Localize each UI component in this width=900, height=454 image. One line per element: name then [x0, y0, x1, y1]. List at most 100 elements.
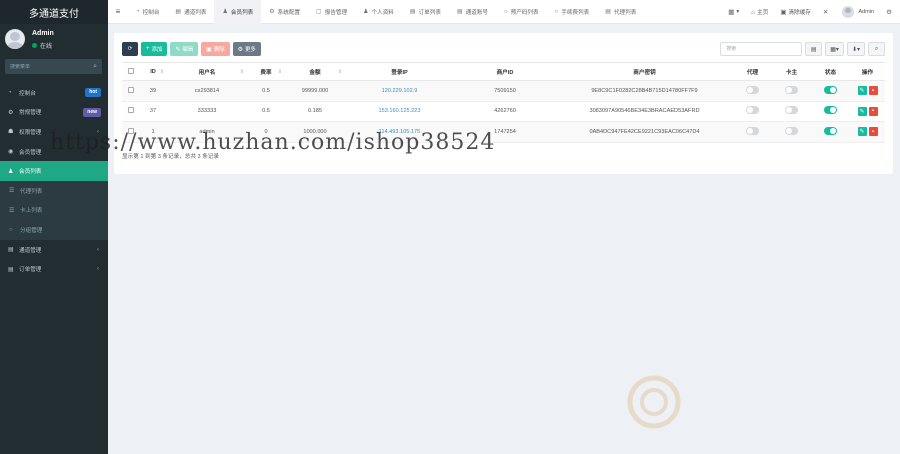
delete-icon[interactable]: ▪ — [868, 106, 878, 116]
menu-toggle-icon[interactable]: ≡ — [108, 7, 128, 16]
advanced-search-button[interactable]: ⌕ — [868, 42, 885, 56]
caret-icon: ▾ — [736, 9, 740, 15]
owner-toggle[interactable] — [785, 106, 798, 115]
nav-tab[interactable]: ○ 预产码列表 — [496, 0, 547, 24]
home-link[interactable]: ⌂ 主页 — [745, 8, 774, 17]
sort-icon[interactable]: ⇕ — [160, 69, 164, 75]
refresh-button[interactable]: ⟳ — [122, 42, 138, 56]
fullscreen-button[interactable]: ✕ — [817, 8, 836, 16]
toggle-view-button[interactable]: ▤ — [805, 42, 823, 56]
row-checkbox[interactable] — [127, 86, 134, 93]
owner-toggle[interactable] — [785, 85, 798, 94]
online-dot-icon — [32, 43, 37, 48]
delete-icon[interactable]: ▪ — [868, 127, 878, 137]
dashboard-icon: ◔ — [136, 8, 140, 15]
nav-tab[interactable]: ♟ 会员列表 — [214, 0, 262, 24]
menu-badge: hot — [85, 88, 101, 97]
agent-toggle[interactable] — [746, 126, 759, 135]
status-toggle[interactable] — [824, 85, 837, 94]
nav-tab-label: 会员列表 — [230, 9, 254, 16]
table-header: ID ⇕ 用户名 ⇕ 费率 ⇕ 金额 ⇕ 登录IP 商户ID 商户密钥 代理 卡主 状态 操作 — [122, 62, 885, 81]
sidebar-item[interactable]: ♟ 会员列表 — [0, 161, 108, 181]
row-login-ip[interactable]: 120.229.102.9 — [382, 88, 418, 94]
sidebar-item[interactable]: ☰ 代理列表 — [0, 180, 108, 201]
table-icon: ▤ — [8, 266, 14, 273]
sidebar-item[interactable]: ○ 分组管理 — [0, 220, 108, 240]
settings-button[interactable]: ⚙ — [880, 8, 900, 16]
column-header-label: 状态 — [824, 69, 837, 76]
delete-icon[interactable]: ▪ — [868, 86, 878, 96]
delete-button[interactable]: ▣ 删除 — [201, 42, 230, 56]
column-header-label: 登录IP — [391, 69, 408, 76]
sidebar-item[interactable]: ▤ 通道管理 ‹ — [0, 240, 108, 260]
nav-tab[interactable]: ♟ 个人资料 — [355, 0, 402, 24]
column-header[interactable] — [122, 62, 139, 81]
row-checkbox[interactable] — [127, 107, 134, 114]
table-cell — [772, 101, 811, 122]
row-actions: ✎ ▪ — [857, 86, 878, 96]
export-button[interactable]: ⬇▾ — [846, 42, 865, 56]
user-menu[interactable]: Admin — [836, 6, 880, 18]
column-header: 状态 — [811, 62, 850, 81]
edit-icon[interactable]: ✎ — [857, 106, 867, 116]
nav-tab[interactable]: ○ 手续费列表 — [547, 0, 598, 24]
top-navbar: ≡ ◔ 控制台 ▤ 通道列表 ♟ 会员列表 ⚙ 系统配置 ▢ 报告管理 ♟ 个人资料 ▤ 订单列表 ▤ 通道账… — [108, 0, 900, 24]
nav-tab[interactable]: ▤ 通道列表 — [167, 0, 214, 24]
sort-icon[interactable]: ⇕ — [338, 69, 342, 75]
edit-icon[interactable]: ✎ — [857, 127, 867, 137]
nav-tab-label: 代理列表 — [613, 9, 637, 16]
column-header-label: 商户ID — [496, 69, 514, 76]
row-username: cs293814 — [194, 87, 220, 94]
avatar — [5, 29, 25, 49]
nav-tab[interactable]: ▤ 通道账号 — [449, 0, 496, 24]
menu-search-input[interactable] — [10, 63, 88, 70]
list-icon: ☰ — [9, 207, 15, 214]
search-icon[interactable]: ⌕ — [93, 63, 97, 71]
table-cell: ✎ ▪ — [850, 80, 885, 102]
grid-icon: ▦ — [728, 9, 735, 16]
row-merchant-key: 3083097A90546BE34E3BRACAED53AFRD — [589, 108, 700, 115]
table-row[interactable]: 37 333333 0.5 0.185 153.160.125.223 4262760 30… — [122, 101, 885, 122]
table-cell — [772, 121, 811, 143]
agent-toggle[interactable] — [746, 106, 759, 115]
clear-cache-button[interactable]: ▣ 清除缓存 — [774, 8, 817, 16]
more-button[interactable]: ⚙ 更多 — [232, 42, 261, 56]
chevron-left-icon: ‹ — [97, 246, 99, 253]
nav-tab-label: 报告管理 — [324, 9, 348, 16]
nav-tab[interactable]: ▢ 报告管理 — [308, 0, 355, 24]
edit-label: 编辑 — [182, 47, 194, 53]
agent-toggle[interactable] — [746, 85, 759, 94]
status-toggle[interactable] — [824, 106, 837, 115]
owner-toggle[interactable] — [785, 126, 798, 135]
edit-icon[interactable]: ✎ — [857, 86, 867, 96]
table-row[interactable]: 39 cs293814 0.5 99999.000 120.229.102.9 75091… — [122, 80, 885, 102]
nav-tab[interactable]: ▤ 代理列表 — [597, 0, 644, 24]
sidebar-item[interactable]: ☰ 卡上列表 — [0, 200, 108, 221]
sidebar: 多通道支付 Admin 在线 ⌕ ◔ 控制台 hot ⚙ 常规管理 new ☗ 权限管理 ‹ ◉ 会… — [0, 0, 108, 454]
app-title[interactable]: 多通道支付 — [0, 0, 108, 24]
user-icon: ♟ — [363, 9, 369, 15]
add-button[interactable]: + 添加 — [141, 42, 168, 56]
edit-button[interactable]: ✎ 编辑 — [170, 42, 199, 56]
sort-icon[interactable]: ⇕ — [240, 69, 244, 75]
table-icon: ▤ — [409, 9, 416, 15]
column-header: 代理 — [733, 62, 772, 81]
sidebar-item[interactable]: ⚙ 常规管理 new — [0, 103, 108, 123]
group-icon: ☗ — [8, 129, 14, 136]
nav-tab[interactable]: ▤ 订单列表 — [402, 0, 449, 24]
grid-menu-button[interactable]: ▦ ▾ — [722, 8, 745, 16]
table-cell — [122, 80, 139, 102]
chevron-left-icon: ‹ — [97, 266, 99, 273]
user-panel: Admin 在线 — [0, 24, 108, 57]
status-toggle[interactable] — [824, 126, 837, 135]
table-search-input[interactable] — [720, 42, 803, 56]
nav-tab[interactable]: ◔ 控制台 — [128, 0, 167, 24]
sort-icon[interactable]: ⇕ — [278, 69, 282, 75]
row-login-ip[interactable]: 153.160.125.223 — [379, 108, 421, 114]
columns-button[interactable]: ▦▾ — [825, 42, 844, 56]
select-all-checkbox[interactable] — [127, 67, 134, 74]
sidebar-item[interactable]: ▤ 订单管理 ‹ — [0, 259, 108, 279]
sidebar-item[interactable]: ◔ 控制台 hot — [0, 83, 108, 103]
sidebar-item-label: 通道管理 — [19, 247, 42, 254]
nav-tab[interactable]: ⚙ 系统配置 — [261, 0, 308, 24]
